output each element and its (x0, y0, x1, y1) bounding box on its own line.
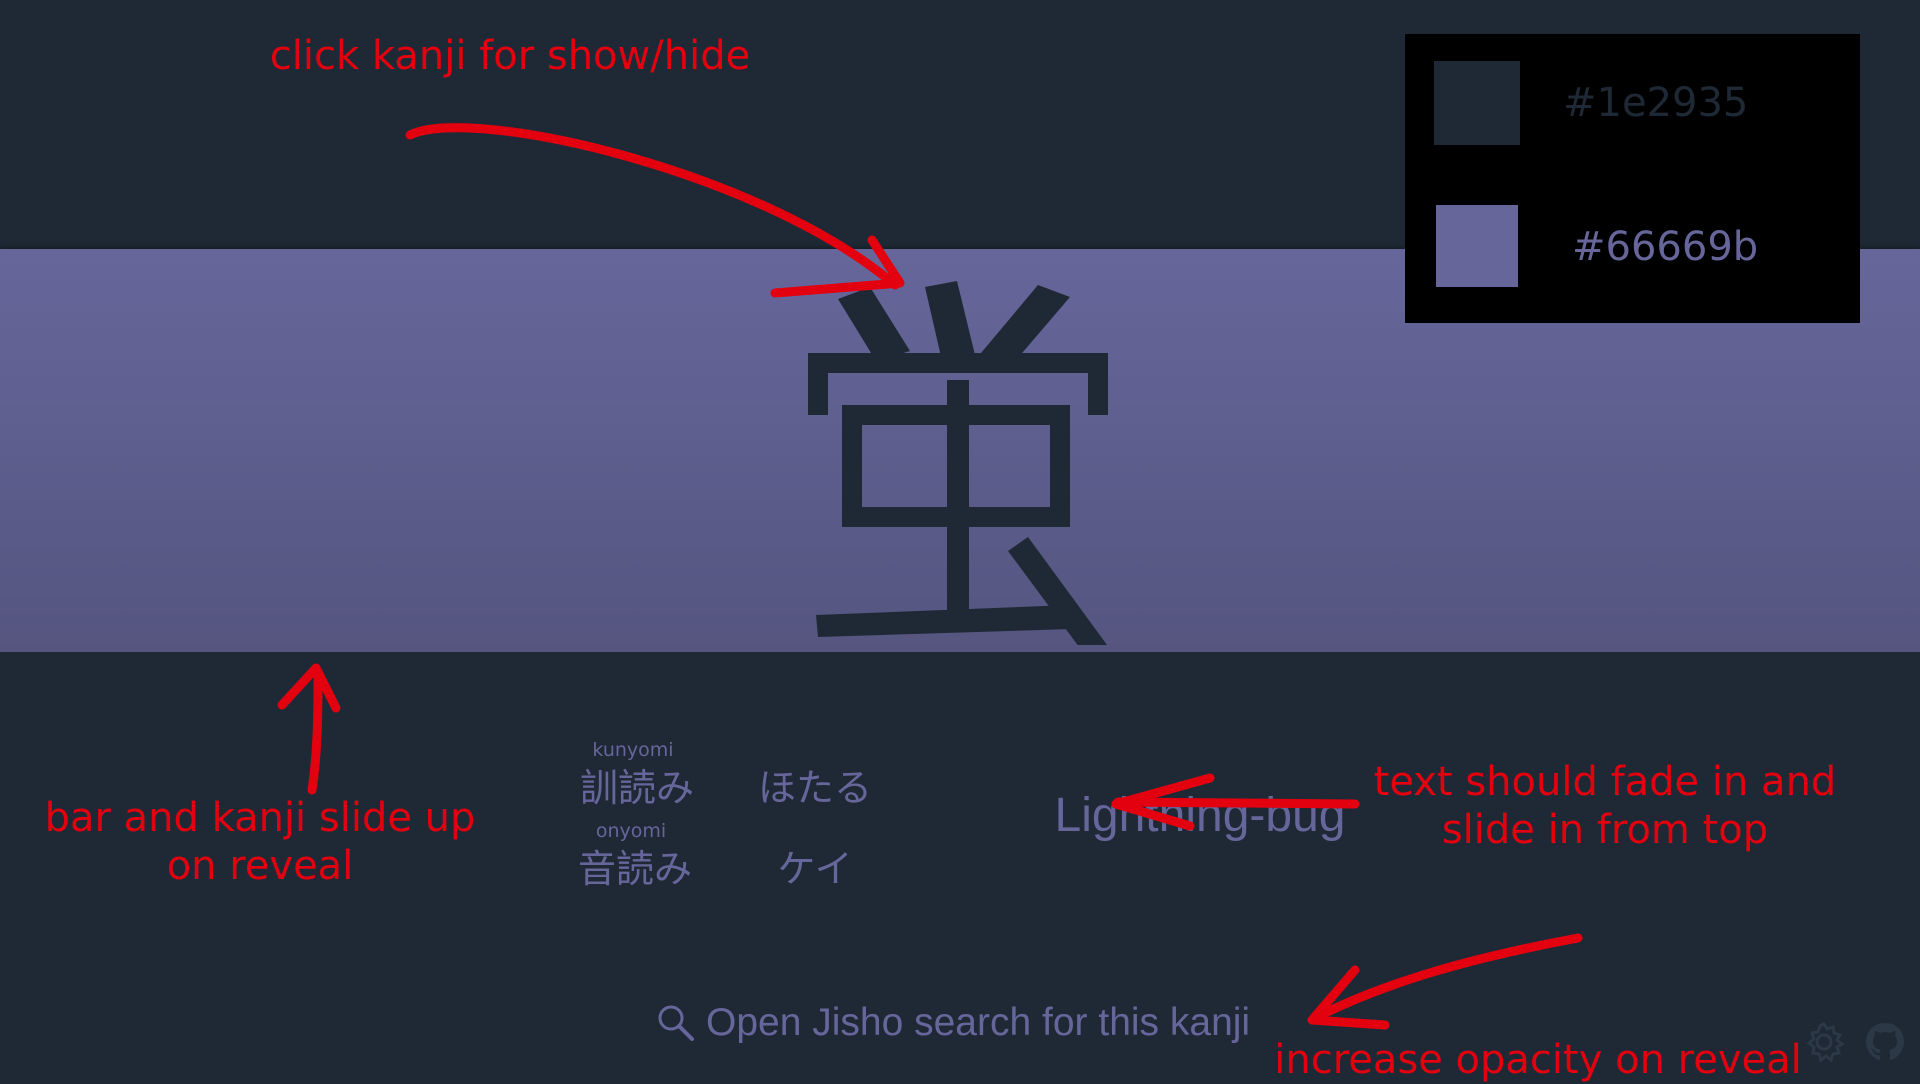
arrow-up-bar-head (277, 663, 341, 713)
kunyomi-value: ほたる (757, 766, 872, 810)
search-icon (658, 1005, 694, 1041)
kanji-glyph (808, 281, 1108, 645)
annotation-opacity: increase opacity on reveal (1274, 1037, 1802, 1083)
swatch-accent-label: #66669b (1572, 224, 1759, 270)
swatch-background (1434, 61, 1520, 145)
color-swatch-panel: #1e2935 #66669b (1405, 34, 1860, 323)
arrow-to-jisho (1310, 933, 1583, 1023)
kanji-display[interactable] (760, 255, 1160, 645)
annotation-bar-slide: bar and kanji slide up on reveal (44, 795, 476, 889)
annotation-text-fade: text should fade in and slide in from to… (1373, 759, 1837, 853)
jisho-search-link[interactable]: Open Jisho search for this kanji (656, 998, 1250, 1048)
jisho-search-label: Open Jisho search for this kanji (706, 1001, 1251, 1044)
gear-icon[interactable] (1802, 1020, 1846, 1064)
annotation-kanji-click: click kanji for show/hide (269, 33, 751, 79)
arrow-up-bar (307, 667, 323, 795)
arrow-to-jisho-head (1307, 965, 1390, 1030)
onyomi-label: 音読み (577, 847, 692, 891)
onyomi-value: ケイ (777, 847, 853, 891)
kanji-meaning: Lightning-bug (1054, 789, 1346, 842)
swatch-background-label: #1e2935 (1563, 80, 1749, 126)
swatch-accent (1436, 205, 1518, 287)
github-icon[interactable] (1863, 1020, 1907, 1064)
kunyomi-label: 訓読み (579, 766, 694, 810)
